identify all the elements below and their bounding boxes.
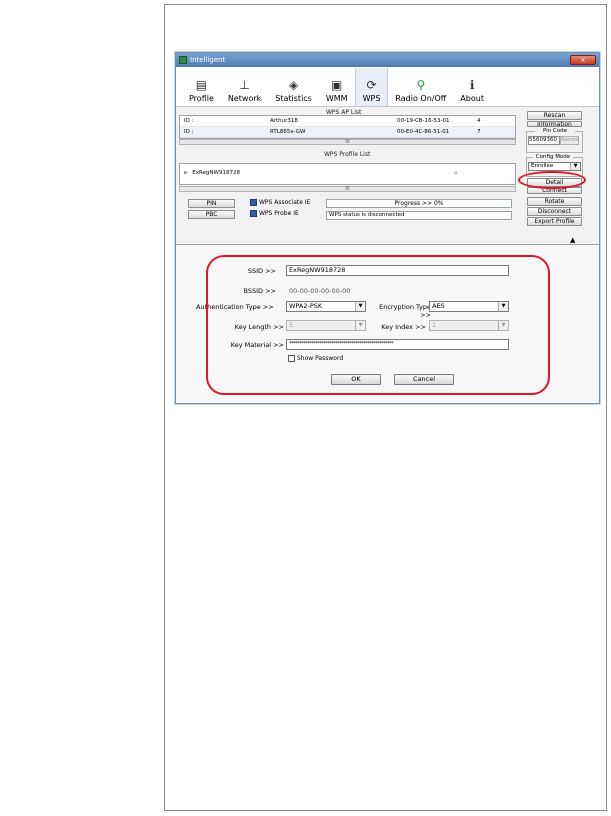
table-row[interactable]: ID : Arthur318 00-19-CB-16-53-01 4 [180, 116, 515, 127]
checkbox-label: WPS Probe IE [259, 210, 299, 217]
about-icon: ℹ [469, 78, 475, 92]
toolbar-radio[interactable]: ⚲ Radio On/Off [388, 68, 453, 106]
wps-profile-list: ▶ ExRegNW918728 ⌂ [179, 163, 516, 185]
profile-list-scrollbar[interactable]: III [179, 186, 516, 192]
wps-associate-ie-checkbox[interactable]: WPS Associate IE [250, 199, 310, 206]
checkbox-checked-icon [250, 199, 257, 206]
ap-ssid: RTL865x-GW [270, 129, 306, 135]
toolbar-label: WMM [325, 94, 348, 103]
config-mode-title: Config Mode [533, 154, 573, 160]
ap-channel: 7 [477, 129, 481, 135]
rotate-button[interactable]: Rotate [527, 197, 582, 206]
wps-probe-ie-checkbox[interactable]: WPS Probe IE [250, 210, 299, 217]
toolbar-profile[interactable]: ▤ Profile [182, 68, 221, 106]
chevron-down-icon: ▼ [570, 163, 580, 170]
ap-bssid: 00-E0-4C-86-51-01 [397, 129, 450, 135]
pbc-button[interactable]: PBC [188, 210, 235, 219]
wps-profile-list-title: WPS Profile List [321, 151, 374, 158]
ap-channel: 4 [477, 118, 481, 124]
toolbar-label: Statistics [275, 94, 312, 103]
disconnect-button[interactable]: Disconnect [527, 207, 582, 216]
table-row[interactable]: ID : RTL865x-GW 00-E0-4C-86-51-01 7 [180, 127, 515, 138]
wmm-icon: ▣ [331, 78, 343, 92]
profile-icon: ▤ [195, 78, 208, 92]
export-profile-button[interactable]: Export Profile [527, 217, 582, 226]
statistics-icon: ◈ [288, 78, 299, 92]
config-mode-value: Enrollee [531, 163, 554, 169]
config-mode-select[interactable]: Enrollee ▼ [528, 162, 581, 171]
toolbar-statistics[interactable]: ◈ Statistics [268, 68, 319, 106]
collapse-up-icon[interactable]: ▲ [570, 236, 575, 244]
highlight-detail-button [518, 171, 586, 189]
toolbar-wmm[interactable]: ▣ WMM [319, 68, 355, 106]
renew-button[interactable]: Renew [560, 136, 579, 145]
window-title: Intelligent [190, 56, 226, 64]
toolbar-about[interactable]: ℹ About [453, 68, 491, 106]
toolbar-label: Network [227, 94, 262, 103]
wps-icon: ⟳ [366, 78, 377, 92]
toolbar-label: Profile [189, 94, 214, 103]
toolbar-label: Radio On/Off [395, 94, 447, 103]
radio-icon: ⚲ [416, 78, 426, 92]
checkbox-label: WPS Associate IE [259, 199, 311, 206]
title-bar: Intelligent x [176, 53, 599, 67]
ap-id: ID : [184, 118, 194, 124]
toolbar-label: WPS [362, 94, 381, 103]
pin-code-group: Pin Code 55609360 Renew [526, 128, 583, 153]
information-button[interactable]: Information [527, 121, 582, 127]
pin-code-field[interactable]: 55609360 [528, 136, 560, 145]
profile-name: ExRegNW918728 [192, 170, 240, 176]
toolbar-wps[interactable]: ⟳ WPS [354, 68, 389, 106]
rescan-button[interactable]: Rescan [527, 111, 582, 120]
ap-list-scrollbar[interactable]: III [179, 139, 516, 145]
highlight-detail-panel [206, 255, 550, 395]
list-item[interactable]: ▶ ExRegNW918728 ⌂ [180, 164, 515, 176]
wps-ap-list: ID : Arthur318 00-19-CB-16-53-01 4 ID : … [179, 115, 516, 139]
expand-arrow-icon: ▶ [184, 170, 189, 176]
toolbar: ▤ Profile ⊥ Network ◈ Statistics ▣ WMM ⟳… [176, 67, 599, 107]
toolbar-network[interactable]: ⊥ Network [221, 68, 268, 106]
lock-icon: ⌂ [453, 170, 458, 176]
ap-bssid: 00-19-CB-16-53-01 [397, 118, 450, 124]
ap-id: ID : [184, 129, 194, 135]
pin-code-title: Pin Code [535, 128, 575, 134]
close-button[interactable]: x [570, 55, 596, 65]
ap-ssid: Arthur318 [270, 118, 298, 124]
checkbox-checked-icon [250, 210, 257, 217]
progress-field: Progress >> 0% [326, 199, 512, 208]
toolbar-label: About [460, 94, 484, 103]
left-column [4, 4, 165, 811]
pin-button[interactable]: PIN [188, 199, 235, 208]
network-icon: ⊥ [239, 78, 250, 92]
app-icon [179, 56, 187, 64]
status-field: WPS status is disconnected [326, 211, 512, 220]
